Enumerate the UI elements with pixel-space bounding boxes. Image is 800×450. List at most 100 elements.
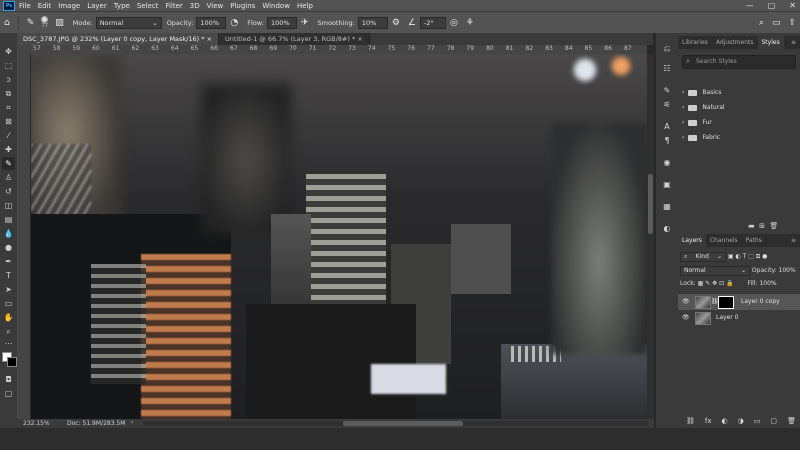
status-arrow-icon[interactable]: › xyxy=(131,419,133,426)
panel-menu-icon[interactable]: ≡ xyxy=(787,36,800,49)
lock-pixels-icon[interactable]: ✎ xyxy=(705,280,710,287)
new-group-icon[interactable]: ▬ xyxy=(748,222,755,230)
color-icon[interactable]: ◐ xyxy=(660,223,674,235)
angle-field[interactable]: -2° xyxy=(419,16,446,29)
object-select-tool-icon[interactable]: ⧉ xyxy=(2,87,15,100)
hand-tool-icon[interactable]: ✋ xyxy=(2,311,15,324)
home-icon[interactable]: ⌂ xyxy=(4,18,10,28)
more-tools-icon[interactable]: ⋯ xyxy=(2,337,15,350)
brush-settings-icon[interactable]: ✎ xyxy=(660,85,674,97)
patterns-icon[interactable]: ▦ xyxy=(660,201,674,213)
character-icon[interactable]: A xyxy=(660,121,674,133)
swatches-icon[interactable]: ▣ xyxy=(660,179,674,191)
clone-stamp-tool-icon[interactable]: ♙ xyxy=(2,171,15,184)
lock-position-icon[interactable]: ✥ xyxy=(712,280,717,287)
menu-view[interactable]: View xyxy=(207,2,224,10)
close-icon[interactable]: × xyxy=(357,35,362,43)
fill-value[interactable]: 100% xyxy=(759,280,776,287)
lock-all-icon[interactable]: 🔒 xyxy=(726,280,733,287)
layer-name[interactable]: Layer 0 copy xyxy=(741,294,780,310)
kind-filter-select[interactable]: ⌕ Kind ⌄ xyxy=(680,252,726,262)
menu-filter[interactable]: Filter xyxy=(165,2,182,10)
history-brush-tool-icon[interactable]: ↺ xyxy=(2,185,15,198)
search-icon[interactable]: ⌕ xyxy=(759,18,764,28)
add-mask-icon[interactable]: ◐ xyxy=(722,417,728,425)
link-layers-icon[interactable]: ⛓ xyxy=(686,417,695,425)
mode-select[interactable]: Normal ⌄ xyxy=(95,16,162,29)
gear-icon[interactable]: ⚙ xyxy=(392,18,400,28)
tab-adjustments[interactable]: Adjustments xyxy=(712,36,758,49)
background-color[interactable] xyxy=(7,357,17,367)
new-style-icon[interactable]: ⊞ xyxy=(759,222,765,230)
vertical-scrollbar[interactable] xyxy=(647,54,654,419)
brush-settings-icon[interactable]: ▨ xyxy=(55,18,64,28)
menu-select[interactable]: Select xyxy=(137,2,159,10)
brush-tool-icon[interactable]: ✎ xyxy=(2,157,15,170)
new-layer-icon[interactable]: ▢ xyxy=(770,417,777,425)
close-icon[interactable]: × xyxy=(207,35,212,43)
color-swatches[interactable] xyxy=(2,352,17,367)
layer-mask-thumbnail[interactable] xyxy=(718,296,734,309)
layer-row-layer-0[interactable]: 👁 Layer 0 xyxy=(678,310,800,326)
history-icon[interactable]: ⎌ xyxy=(660,43,674,55)
fx-icon[interactable]: fx xyxy=(705,417,712,425)
artboard-lock-icon[interactable]: ⊡ xyxy=(719,280,724,287)
zoom-level[interactable]: 232.15% xyxy=(23,420,50,427)
menu-layer[interactable]: Layer xyxy=(87,2,107,10)
pressure-opacity-icon[interactable]: ◔ xyxy=(230,18,238,28)
symmetry-icon[interactable]: ⚘ xyxy=(466,18,474,28)
menu-plugins[interactable]: Plugins xyxy=(230,2,255,10)
tab-libraries[interactable]: Libraries xyxy=(678,36,712,49)
filter-shape-icon[interactable]: ⬚ xyxy=(748,253,754,260)
tab-styles[interactable]: Styles xyxy=(757,36,784,49)
type-tool-icon[interactable]: T xyxy=(2,269,15,282)
trash-icon[interactable]: 🗑 xyxy=(769,222,778,230)
paragraph-icon[interactable]: ¶ xyxy=(660,135,674,147)
tab-channels[interactable]: Channels xyxy=(706,234,742,247)
move-tool-icon[interactable]: ✥ xyxy=(2,45,15,58)
brushes-icon[interactable]: ⚟ xyxy=(660,99,674,111)
style-group-fabric[interactable]: › Fabric xyxy=(682,131,796,145)
tab-document-2[interactable]: Untitled-1 @ 66.7% (Layer 3, RGB/8#) * × xyxy=(219,33,370,45)
share-icon[interactable]: ⇪ xyxy=(788,18,796,28)
vertical-ruler[interactable] xyxy=(17,54,31,419)
menu-window[interactable]: Window xyxy=(262,2,290,10)
menu-file[interactable]: File xyxy=(19,2,31,10)
styles-search-field[interactable]: ⌕ Search Styles xyxy=(682,55,796,69)
scroll-thumb[interactable] xyxy=(343,421,463,426)
minimize-button[interactable]: — xyxy=(746,0,754,11)
style-group-basics[interactable]: › Basics xyxy=(682,86,796,100)
dodge-tool-icon[interactable]: ● xyxy=(2,241,15,254)
menu-3d[interactable]: 3D xyxy=(190,2,200,10)
filter-pixel-icon[interactable]: ▣ xyxy=(728,253,734,260)
maximize-button[interactable]: ▢ xyxy=(768,0,776,11)
style-group-natural[interactable]: › Natural xyxy=(682,101,796,115)
horizontal-scrollbar[interactable] xyxy=(143,421,648,426)
frame-tool-icon[interactable]: ⊠ xyxy=(2,115,15,128)
shape-tool-icon[interactable]: ▭ xyxy=(2,297,15,310)
trash-icon[interactable]: 🗑 xyxy=(787,417,796,425)
smoothing-field[interactable]: 10% xyxy=(357,16,388,29)
layer-opacity-value[interactable]: 100% xyxy=(779,267,796,274)
layer-name[interactable]: Layer 0 xyxy=(716,310,738,326)
canvas-image[interactable] xyxy=(31,54,647,419)
menu-help[interactable]: Help xyxy=(297,2,313,10)
filter-smart-icon[interactable]: ⧉ xyxy=(756,253,760,260)
gradient-tool-icon[interactable]: ▤ xyxy=(2,213,15,226)
layer-row-layer-0-copy[interactable]: 👁 ⛓ Layer 0 copy xyxy=(678,294,800,310)
menu-edit[interactable]: Edit xyxy=(38,2,52,10)
brush-preset-picker[interactable]: 77 xyxy=(41,16,49,29)
brush-tool-icon[interactable]: ✎ xyxy=(27,18,35,28)
healing-brush-tool-icon[interactable]: ✚ xyxy=(2,143,15,156)
filter-toggle-icon[interactable]: ● xyxy=(762,253,767,260)
filter-type-icon[interactable]: T xyxy=(743,253,747,260)
new-group-icon[interactable]: ▭ xyxy=(754,417,761,425)
scroll-thumb[interactable] xyxy=(648,174,653,234)
pen-tool-icon[interactable]: ✒ xyxy=(2,255,15,268)
airbrush-icon[interactable]: ✈ xyxy=(301,18,309,28)
quick-mask-icon[interactable]: ◘ xyxy=(2,373,15,386)
eraser-tool-icon[interactable]: ◫ xyxy=(2,199,15,212)
eyedropper-tool-icon[interactable]: ⁄ xyxy=(2,129,15,142)
flow-field[interactable]: 100% xyxy=(266,16,297,29)
opacity-field[interactable]: 100% xyxy=(196,16,227,29)
